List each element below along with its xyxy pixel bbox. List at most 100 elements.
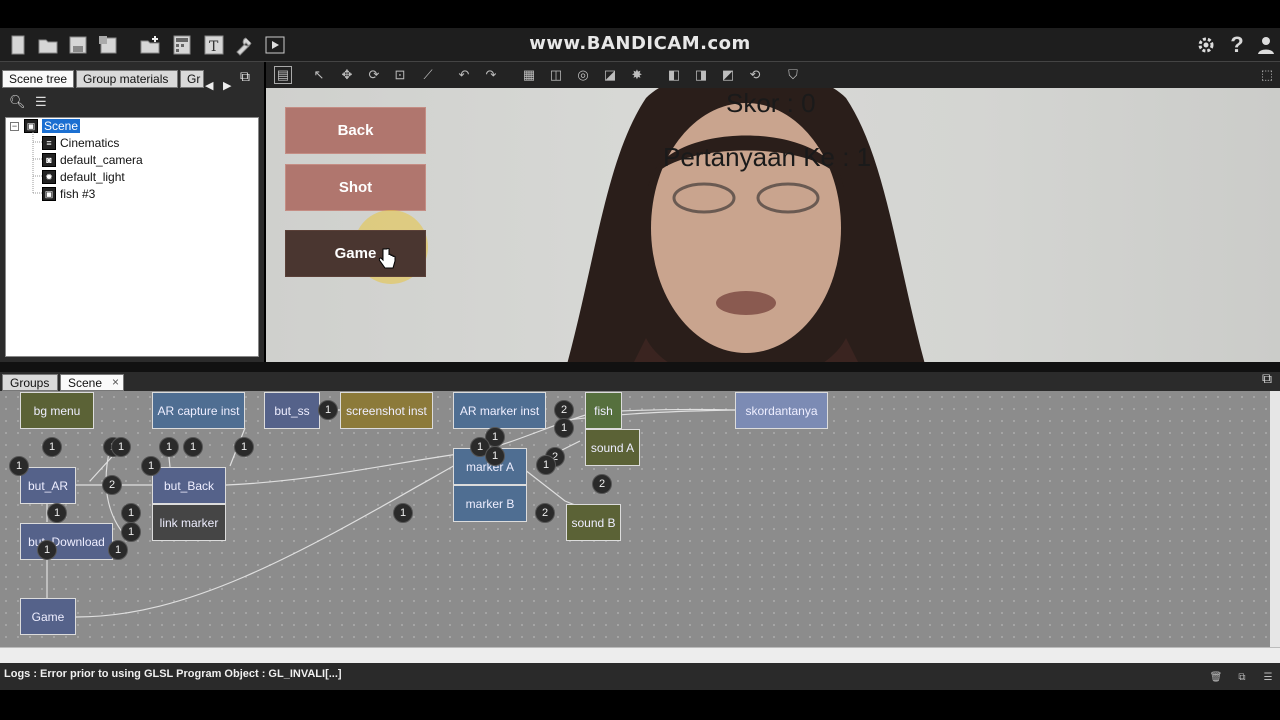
redo-icon[interactable]: ↷: [482, 66, 500, 84]
link-badge[interactable]: 1: [554, 418, 574, 438]
link-badge[interactable]: 1: [37, 540, 57, 560]
tab-group-materials[interactable]: Group materials: [76, 70, 178, 88]
link-badge[interactable]: 1: [121, 503, 141, 523]
link-badge[interactable]: 1: [183, 437, 203, 457]
maximize-viewport-icon[interactable]: ⬚: [1258, 66, 1276, 84]
tree-item-label: fish #3: [60, 187, 96, 201]
tab-groups-truncated[interactable]: Gr: [180, 70, 204, 88]
node-skordantanya[interactable]: skordantanya: [735, 392, 828, 429]
tab-scene[interactable]: Scene ×: [60, 374, 124, 391]
tab-scene-tree[interactable]: Scene tree: [2, 70, 74, 88]
tree-item-label: default_light: [60, 170, 125, 184]
scale-icon[interactable]: ⊡: [391, 66, 409, 84]
tree-item-cinematics[interactable]: ≡ Cinematics: [42, 135, 119, 151]
list-view-icon[interactable]: ☰: [35, 94, 47, 110]
view-side-icon[interactable]: ◨: [692, 66, 710, 84]
node-but-ar[interactable]: but_AR: [20, 467, 76, 504]
node-sound-b[interactable]: sound B: [566, 504, 621, 541]
graph-vertical-scrollbar[interactable]: [1270, 391, 1280, 647]
viewport-3d[interactable]: Back Shot Game Skor : 0 Pertanyaan Ke : …: [266, 88, 1280, 362]
log-message: Logs : Error prior to using GLSL Program…: [4, 668, 342, 680]
link-badge[interactable]: 1: [42, 437, 62, 457]
detach-graph-icon[interactable]: ⧉: [1262, 370, 1272, 387]
view-top-icon[interactable]: ◩: [719, 66, 737, 84]
node-but-download[interactable]: but_Download: [20, 523, 113, 560]
link-badge[interactable]: 1: [47, 503, 67, 523]
scene-tree-panel: Scene tree Group materials Gr ◀ ▶ ⧉ 🔍︎ ☰…: [0, 62, 264, 362]
tree-item-label: Cinematics: [60, 136, 120, 150]
node-bg-menu[interactable]: bg menu: [20, 392, 94, 429]
link-badge[interactable]: 1: [234, 437, 254, 457]
tree-item-default-camera[interactable]: ◙ default_camera: [42, 152, 143, 168]
tab-groups[interactable]: Groups: [2, 374, 58, 391]
scene-node-icon: ▣: [24, 119, 38, 133]
link-badge[interactable]: 2: [554, 400, 574, 420]
node-ar-marker-inst[interactable]: AR marker inst: [453, 392, 546, 429]
node-but-back[interactable]: but_Back: [152, 467, 226, 504]
node-sound-a[interactable]: sound A: [585, 429, 640, 466]
link-badge[interactable]: 1: [536, 455, 556, 475]
viewport-toolbar: ▤ ↖ ✥ ⟳ ⊡ ⟋ ↶ ↷ ▦ ◫ ◎ ◪ ✸ ◧ ◨ ◩ ⟲ ⛉ ⬚: [266, 62, 1280, 88]
close-icon[interactable]: ×: [112, 375, 119, 389]
link-badge[interactable]: 1: [159, 437, 179, 457]
back-button[interactable]: Back: [285, 107, 426, 154]
link-badge[interactable]: 1: [485, 446, 505, 466]
camera-icon: ◙: [42, 153, 56, 167]
letterbox-top: [0, 0, 1280, 28]
shield-icon[interactable]: ⛉: [784, 66, 802, 84]
graph-horizontal-scrollbar[interactable]: [0, 647, 1280, 663]
node-but-ss[interactable]: but_ss: [264, 392, 320, 429]
select-arrow-icon[interactable]: ↖: [310, 66, 328, 84]
view-persp-icon[interactable]: ⟲: [746, 66, 764, 84]
undo-icon[interactable]: ↶: [455, 66, 473, 84]
tree-item-default-light[interactable]: ✹ default_light: [42, 169, 125, 185]
link-badge[interactable]: 1: [108, 540, 128, 560]
node-game[interactable]: Game: [20, 598, 76, 635]
letterbox-bottom: [0, 690, 1280, 720]
sphere-icon[interactable]: ◎: [574, 66, 592, 84]
link-badge[interactable]: 1: [393, 503, 413, 523]
link-badge[interactable]: 1: [111, 437, 131, 457]
node-link-marker[interactable]: link marker: [152, 504, 226, 541]
tab-scroll-left-icon[interactable]: ◀: [205, 79, 213, 92]
status-bar: Logs : Error prior to using GLSL Program…: [0, 663, 1280, 690]
node-ar-capture-inst[interactable]: AR capture inst: [152, 392, 245, 429]
object-icon: ▣: [42, 187, 56, 201]
log-trash-icon[interactable]: 🗑︎: [1207, 668, 1225, 686]
left-tabs: Scene tree Group materials Gr ◀ ▶ ⧉: [0, 68, 264, 92]
log-tree-icon[interactable]: ⧉: [1233, 668, 1251, 686]
node-screenshot-inst[interactable]: screenshot inst: [340, 392, 433, 429]
viewport-save-icon[interactable]: ▤: [274, 66, 292, 84]
node-fish[interactable]: fish: [585, 392, 622, 429]
link-badge[interactable]: 2: [535, 503, 555, 523]
score-label: Skor : 0: [726, 88, 816, 118]
shot-button[interactable]: Shot: [285, 164, 426, 211]
light-view-icon[interactable]: ✸: [628, 66, 646, 84]
scene-graph-canvas[interactable]: bg menu AR capture inst but_ss screensho…: [0, 391, 1270, 647]
world-axis-icon[interactable]: ⟋: [419, 66, 437, 84]
link-badge[interactable]: 1: [141, 456, 161, 476]
link-badge[interactable]: 2: [592, 474, 612, 494]
grid-icon[interactable]: ▦: [520, 66, 538, 84]
tree-tools: 🔍︎ ☰: [0, 92, 264, 114]
link-badge[interactable]: 2: [102, 475, 122, 495]
link-badge[interactable]: 1: [318, 400, 338, 420]
game-button[interactable]: Game: [285, 230, 426, 277]
move-icon[interactable]: ✥: [338, 66, 356, 84]
tree-guide-lines: [32, 132, 42, 194]
view-front-icon[interactable]: ◧: [665, 66, 683, 84]
search-icon[interactable]: 🔍︎: [9, 94, 26, 110]
node-marker-b[interactable]: marker B: [453, 485, 527, 522]
detach-panel-icon[interactable]: ⧉: [240, 68, 250, 85]
camera-view-icon[interactable]: ◪: [601, 66, 619, 84]
tree-item-fish[interactable]: ▣ fish #3: [42, 186, 95, 202]
link-badge[interactable]: 1: [121, 522, 141, 542]
tree-collapse-icon[interactable]: −: [10, 122, 19, 131]
link-badge[interactable]: 1: [9, 456, 29, 476]
panel-splitter[interactable]: [0, 362, 1280, 372]
rotate-icon[interactable]: ⟳: [365, 66, 383, 84]
tab-scene-label: Scene: [68, 376, 103, 390]
cube-icon[interactable]: ◫: [547, 66, 565, 84]
tab-scroll-right-icon[interactable]: ▶: [223, 79, 231, 92]
log-filter-icon[interactable]: ☰: [1259, 668, 1277, 686]
